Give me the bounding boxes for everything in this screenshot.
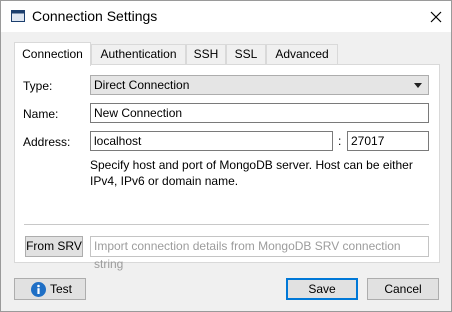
address-label: Address: (23, 135, 71, 149)
cancel-button[interactable]: Cancel (367, 278, 439, 300)
dialog-title: Connection Settings (32, 8, 158, 24)
port-input[interactable]: 27017 (347, 131, 429, 151)
address-hint: Specify host and port of MongoDB server.… (90, 158, 413, 188)
type-select[interactable]: Direct Connection (90, 75, 429, 95)
type-label: Type: (23, 79, 53, 93)
tab-ssl[interactable]: SSL (226, 44, 266, 65)
save-button[interactable]: Save (286, 278, 358, 300)
test-button-label: Test (50, 282, 73, 296)
chevron-down-icon (414, 83, 422, 88)
type-select-value: Direct Connection (94, 78, 190, 92)
tab-connection[interactable]: Connection (14, 42, 91, 66)
connection-panel: Type: Direct Connection Name: New Connec… (14, 64, 440, 271)
tab-advanced[interactable]: Advanced (266, 44, 338, 65)
from-srv-button[interactable]: From SRV (25, 236, 83, 257)
tab-authentication[interactable]: Authentication (91, 44, 186, 65)
host-input[interactable]: localhost (90, 131, 333, 151)
window-icon (11, 10, 25, 22)
name-label: Name: (23, 107, 59, 121)
test-button[interactable]: Test (14, 278, 86, 300)
tab-ssh[interactable]: SSH (186, 44, 226, 65)
close-button[interactable] (420, 1, 451, 32)
title-bar: Connection Settings (1, 1, 451, 32)
name-input[interactable]: New Connection (90, 103, 429, 123)
srv-input[interactable]: Import connection details from MongoDB S… (90, 236, 429, 271)
port-separator: : (338, 134, 342, 148)
info-icon (31, 282, 46, 297)
connection-settings-dialog: Connection Settings Connection Authentic… (0, 0, 452, 312)
divider (24, 224, 429, 225)
close-icon (430, 11, 441, 22)
